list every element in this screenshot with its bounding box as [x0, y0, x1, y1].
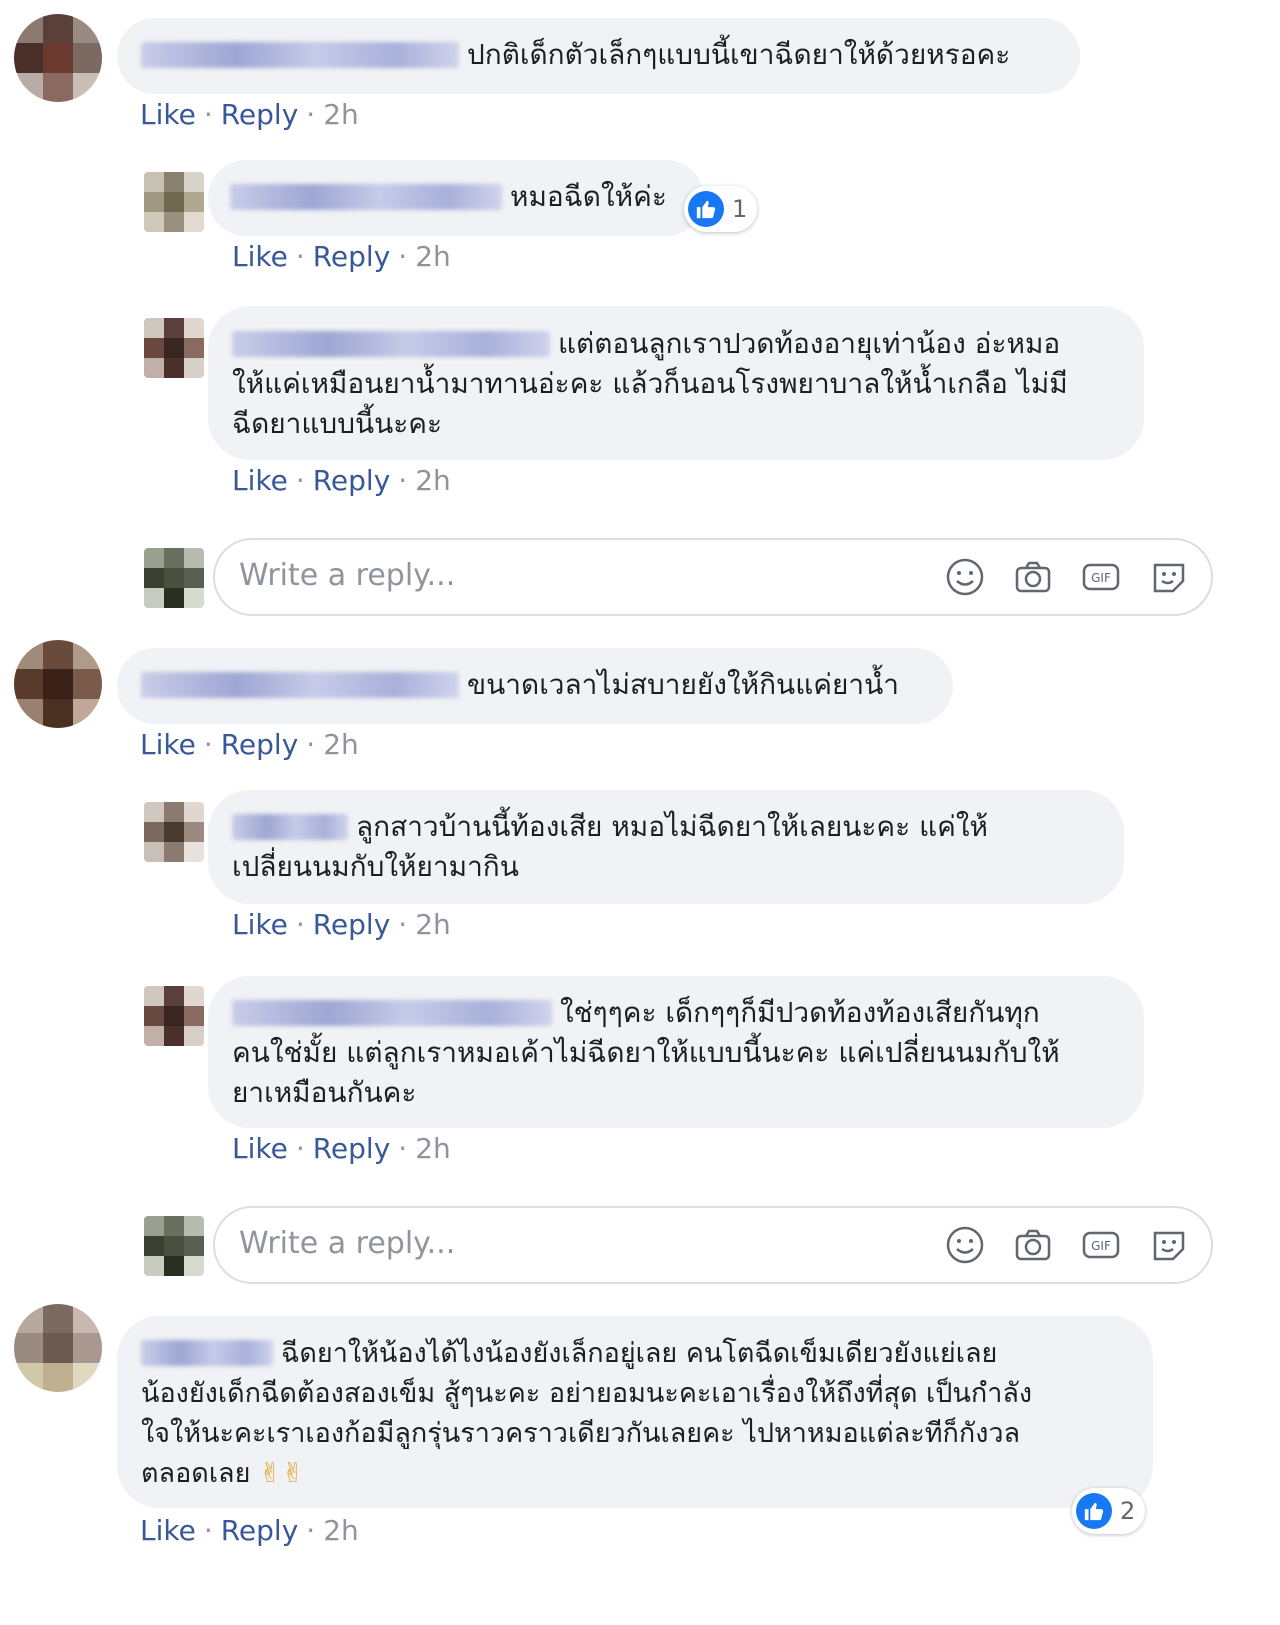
- comment-text: น้องยังเด็กฉีดต้องสองเข็ม สู้ๆนะคะ อย่าย…: [141, 1378, 1033, 1409]
- timestamp[interactable]: 2h: [323, 98, 359, 131]
- commenter-name[interactable]: [232, 331, 550, 357]
- comment-actions: Like · Reply · 2h: [232, 240, 451, 273]
- timestamp[interactable]: 2h: [323, 1514, 359, 1547]
- avatar[interactable]: [144, 548, 204, 608]
- reaction-count[interactable]: 2: [1072, 1488, 1146, 1534]
- comment-bubble: หมอฉีดให้ค่ะ: [208, 160, 704, 236]
- commenter-name[interactable]: [232, 1000, 552, 1026]
- reply-link[interactable]: Reply: [313, 464, 391, 497]
- comment-actions: Like · Reply · 2h: [140, 1514, 359, 1547]
- gif-icon[interactable]: GIF: [1081, 557, 1121, 597]
- avatar[interactable]: [144, 802, 204, 862]
- avatar[interactable]: [14, 14, 102, 102]
- reply-link[interactable]: Reply: [313, 240, 391, 273]
- reply-input[interactable]: Write a reply... GIF: [213, 1206, 1213, 1284]
- commenter-name[interactable]: [141, 42, 459, 68]
- comment-text: ฉีดยาให้น้องได้ไงน้องยังเล็กอยู่เลย คนโต…: [281, 1338, 998, 1369]
- timestamp[interactable]: 2h: [415, 464, 451, 497]
- comment-text: ให้แค่เหมือนยาน้ำมาทานอ่ะคะ แล้วก็นอนโรง…: [232, 367, 1068, 400]
- comment-actions: Like · Reply · 2h: [140, 98, 359, 131]
- comment-actions: Like · Reply · 2h: [232, 464, 451, 497]
- camera-icon[interactable]: [1013, 1225, 1053, 1265]
- avatar[interactable]: [144, 1216, 204, 1276]
- gif-icon[interactable]: GIF: [1081, 1225, 1121, 1265]
- thumbs-up-icon: [1076, 1493, 1112, 1529]
- thumbs-up-icon: [688, 191, 724, 227]
- like-link[interactable]: Like: [140, 728, 196, 761]
- like-link[interactable]: Like: [232, 908, 288, 941]
- sticker-icon[interactable]: [1149, 557, 1189, 597]
- svg-text:GIF: GIF: [1091, 571, 1111, 585]
- comment-text: ปกติเด็กตัวเล็กๆแบบนี้เขาฉีดยาให้ด้วยหรอ…: [467, 38, 1011, 71]
- reply-link[interactable]: Reply: [313, 1132, 391, 1165]
- comment-bubble: ปกติเด็กตัวเล็กๆแบบนี้เขาฉีดยาให้ด้วยหรอ…: [117, 18, 1080, 94]
- comment-text: คนใช่มั้ย แต่ลูกเราหมอเค้าไม่ฉีดยาให้แบบ…: [232, 1036, 1060, 1069]
- reply-input[interactable]: Write a reply... GIF: [213, 538, 1213, 616]
- reply-placeholder: Write a reply...: [239, 1226, 456, 1261]
- emoji-icon[interactable]: [945, 557, 985, 597]
- avatar[interactable]: [14, 1304, 102, 1392]
- like-link[interactable]: Like: [232, 1132, 288, 1165]
- comment-actions: Like · Reply · 2h: [232, 1132, 451, 1165]
- comment-text: ขนาดเวลาไม่สบายยังให้กินแค่ยาน้ำ: [467, 668, 899, 701]
- comment-actions: Like · Reply · 2h: [140, 728, 359, 761]
- comment-text: ยาเหมือนกันคะ: [232, 1076, 417, 1109]
- comment-text: ใจให้นะคะเราเองก้อมีลูกรุ่นราวคราวเดียวก…: [141, 1418, 1021, 1449]
- reply-link[interactable]: Reply: [221, 1514, 299, 1547]
- comment-bubble: ขนาดเวลาไม่สบายยังให้กินแค่ยาน้ำ: [117, 648, 953, 724]
- comment-text: หมอฉีดให้ค่ะ: [510, 180, 667, 213]
- commenter-name[interactable]: [230, 184, 502, 210]
- commenter-name[interactable]: [141, 672, 459, 698]
- comment-bubble: ใช่ๆๆคะ เด็กๆๆก็มีปวดท้องท้องเสียกันทุก …: [208, 976, 1144, 1128]
- emoji-icon[interactable]: [945, 1225, 985, 1265]
- comment-text: ลูกสาวบ้านนี้ท้องเสีย หมอไม่ฉีดยาให้เลยน…: [356, 810, 989, 843]
- timestamp[interactable]: 2h: [415, 1132, 451, 1165]
- avatar[interactable]: [144, 986, 204, 1046]
- timestamp[interactable]: 2h: [415, 908, 451, 941]
- sticker-icon[interactable]: [1149, 1225, 1189, 1265]
- comment-bubble: ลูกสาวบ้านนี้ท้องเสีย หมอไม่ฉีดยาให้เลยน…: [208, 790, 1124, 904]
- avatar[interactable]: [144, 172, 204, 232]
- comment-text: แต่ตอนลูกเราปวดท้องอายุเท่าน้อง อ่ะหมอ: [558, 327, 1061, 360]
- commenter-name[interactable]: [232, 814, 348, 840]
- like-link[interactable]: Like: [232, 240, 288, 273]
- reply-placeholder: Write a reply...: [239, 558, 456, 593]
- comment-text: ฉีดยาแบบนี้นะคะ: [232, 407, 443, 440]
- commenter-name[interactable]: [141, 1340, 273, 1366]
- victory-hand-emoji: ✌✌: [259, 1458, 305, 1489]
- like-link[interactable]: Like: [140, 1514, 196, 1547]
- comment-bubble: แต่ตอนลูกเราปวดท้องอายุเท่าน้อง อ่ะหมอ ใ…: [208, 306, 1144, 460]
- comment-text: เปลี่ยนนมกับให้ยามากิน: [232, 850, 519, 883]
- reply-link[interactable]: Reply: [313, 908, 391, 941]
- svg-text:GIF: GIF: [1091, 1239, 1111, 1253]
- comment-bubble: ฉีดยาให้น้องได้ไงน้องยังเล็กอยู่เลย คนโต…: [117, 1316, 1153, 1508]
- like-link[interactable]: Like: [232, 464, 288, 497]
- reply-link[interactable]: Reply: [221, 728, 299, 761]
- timestamp[interactable]: 2h: [415, 240, 451, 273]
- comment-text: ใช่ๆๆคะ เด็กๆๆก็มีปวดท้องท้องเสียกันทุก: [560, 996, 1040, 1029]
- like-link[interactable]: Like: [140, 98, 196, 131]
- reaction-count[interactable]: 1: [684, 186, 758, 232]
- timestamp[interactable]: 2h: [323, 728, 359, 761]
- comment-text: ตลอดเลย: [141, 1458, 251, 1489]
- avatar[interactable]: [14, 640, 102, 728]
- reply-link[interactable]: Reply: [221, 98, 299, 131]
- avatar[interactable]: [144, 318, 204, 378]
- comment-actions: Like · Reply · 2h: [232, 908, 451, 941]
- camera-icon[interactable]: [1013, 557, 1053, 597]
